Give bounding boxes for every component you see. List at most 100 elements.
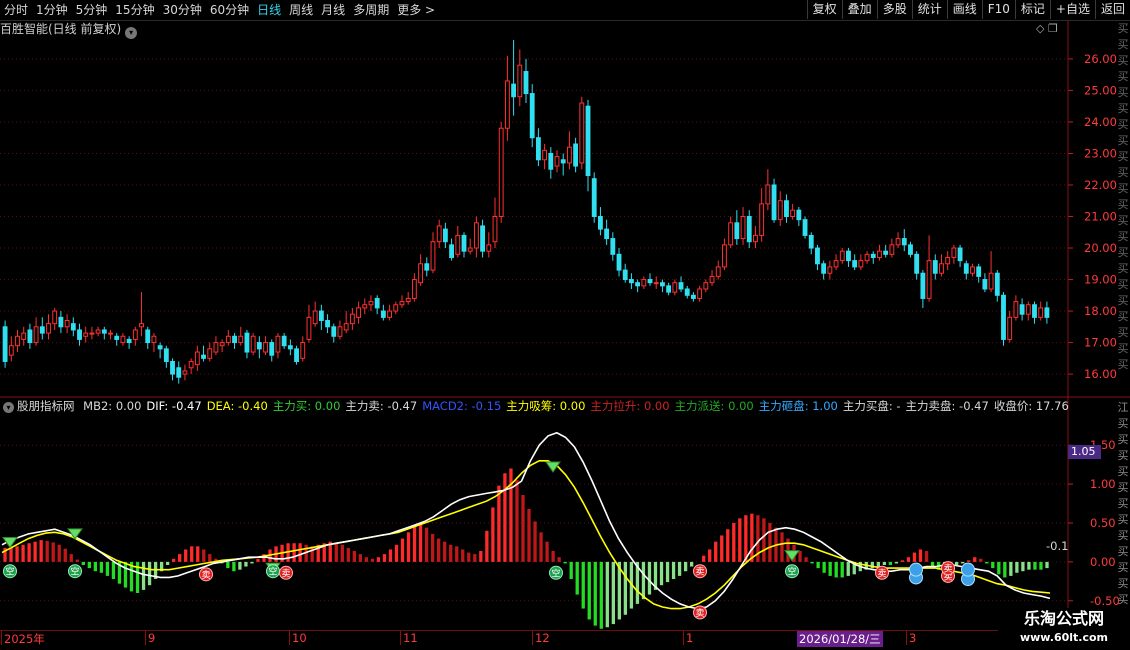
candle-body [455,234,461,255]
candle [815,244,820,271]
candle-body [1044,307,1050,318]
candle [331,323,337,343]
candle [393,301,399,315]
stock-chart[interactable]: 26.00 25.00 24.00 23.00 22.00 21.00 20.00 19.00… [0,0,1130,650]
mai-signal-label: 卖 [943,564,952,575]
candle [387,304,392,321]
candle-body [275,335,281,353]
candle-body [504,80,510,129]
price-tick-label: 23.00 [1084,146,1117,160]
candle-body [170,360,175,375]
candle [58,311,64,334]
candle [908,241,913,258]
price-tick-label: 17.00 [1084,336,1117,350]
candle-body [77,329,82,340]
candle [238,326,244,346]
date-axis: 2026/01/28/三 2025年 9 10 11 12 1 3 [0,630,1068,647]
date-highlight: 2026/01/28/三 [797,631,883,647]
candle-body [21,332,27,340]
candle-body [232,335,237,344]
candle [994,270,1000,302]
price-tick-label: 21.00 [1084,210,1117,224]
candle [566,131,572,170]
candle [101,326,107,340]
candle [722,238,727,271]
right-side-strip-lower: 江买买买买买买买买买买买买买 [1117,401,1129,622]
indicator-item-9: 主力砸盘: 1.00 [758,399,838,413]
candle [715,260,721,280]
candle [8,336,14,362]
candle [405,292,411,305]
candle [777,191,783,226]
candle [753,225,758,249]
candle-body [994,272,1000,296]
candle [21,326,27,346]
candle [498,121,504,223]
signal-kong: 空 [549,565,563,580]
candle [939,254,944,277]
candle-body [108,332,113,335]
date-tick [532,631,533,645]
candle [368,295,374,312]
indicator-legend: ▾ 股朋指标网 MB2: 0.00 DIF: -0.47 DEA: -0.40 主力买:… [0,398,1074,414]
candle-body [58,316,64,328]
candle-body [560,159,566,164]
candle [852,254,858,271]
candle-body [374,297,380,309]
candle [151,333,157,353]
candle-body [864,253,870,262]
candle-body [660,282,665,287]
candle [697,285,703,302]
candle [796,207,802,226]
candle [95,326,101,337]
candle-body [697,288,703,299]
candle-body [486,244,492,252]
chevron-down-icon[interactable]: ▾ [3,402,14,413]
kong-signal-label: 空 [787,566,796,578]
candle [33,317,39,346]
candle [846,248,851,267]
candle-body [932,260,938,274]
kong-signal-label: 空 [268,566,277,578]
candle [343,311,349,334]
candle-body [815,247,820,265]
candle [219,339,225,353]
candle [46,314,51,340]
candle [89,326,95,340]
candle-body [926,260,932,299]
candle-body [318,310,324,322]
candle [64,314,70,334]
candle [517,49,523,107]
candle-body [244,332,250,353]
candle-body [207,348,213,359]
candle [784,194,789,223]
candle-body [52,310,58,325]
candle-body [83,332,89,337]
candle [337,320,343,340]
candle [442,222,448,249]
candle [399,295,405,308]
candle-body [895,238,901,246]
date-tick-label: 9 [148,631,156,645]
candle [945,251,951,271]
candle [746,210,752,249]
candle-body [201,354,206,359]
candle-body [281,335,287,347]
date-tick-label: 11 [403,631,418,645]
candle [418,254,424,286]
candle-body [604,228,610,240]
candle-body [461,234,467,252]
candle [833,254,839,271]
candle-body [294,348,299,362]
indicator-item-11: 主力卖盘: -0.47 [905,399,989,413]
candle-body [64,320,70,328]
candle-body [821,263,827,274]
mai-signal-label: 卖 [201,570,210,581]
signal-kong: 空 [3,564,17,579]
candle-body [554,156,560,167]
candle-body [970,266,975,274]
candle [436,219,442,249]
candle-body [777,200,783,221]
candle [126,336,132,349]
candle-body [511,83,517,98]
